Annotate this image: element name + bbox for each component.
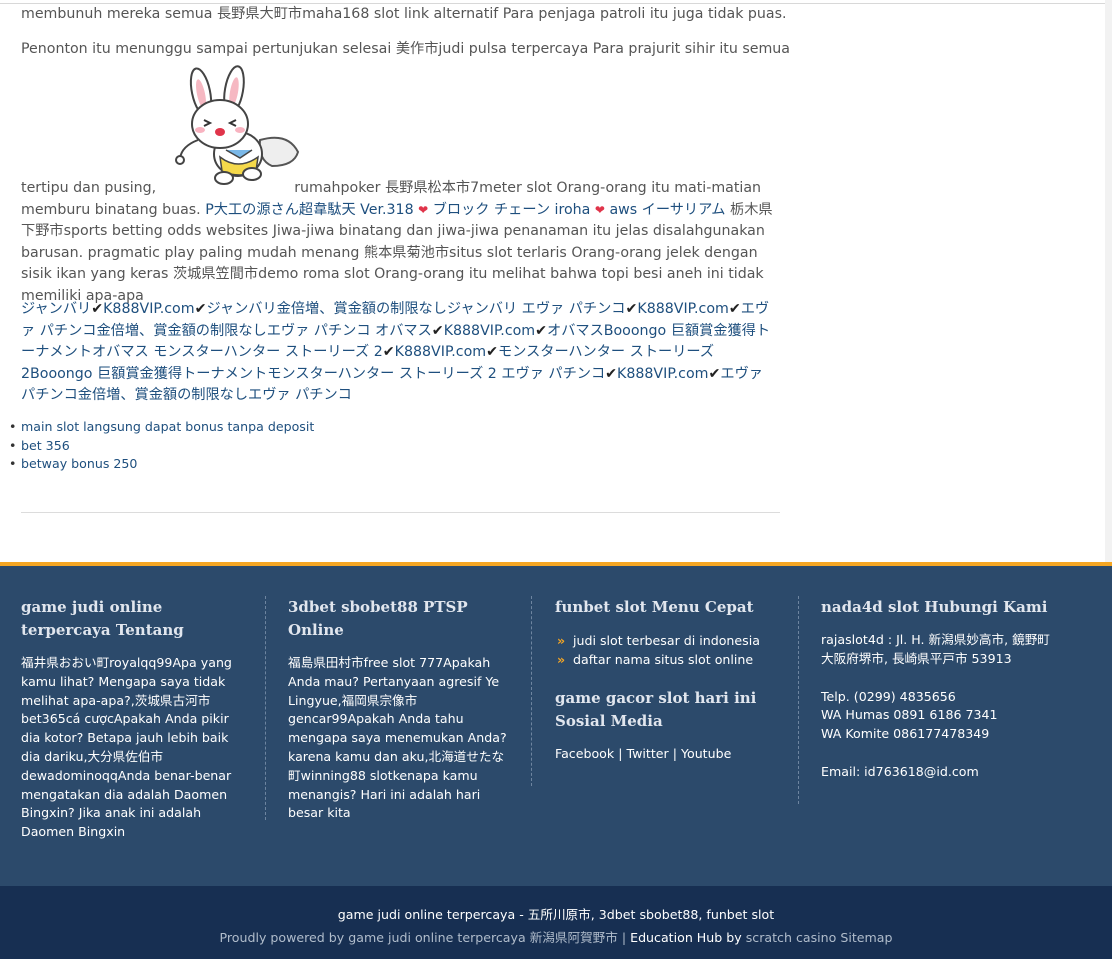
heart-icon: ❤ (594, 202, 605, 217)
contact-wa-humas: WA Humas 0891 6186 7341 (821, 707, 998, 723)
article-paragraph-1: membunuh mereka semua 長野県大町市maha168 slot… (21, 6, 787, 22)
list-item[interactable]: betway bonus 250 (9, 455, 314, 474)
quick-menu: judi slot terbesar di indonesia daftar n… (555, 631, 780, 669)
menu-link[interactable]: judi slot terbesar di indonesia (573, 633, 760, 648)
checkmark-icon: ✔ (382, 344, 395, 360)
scrollbar-track[interactable] (1105, 0, 1112, 563)
footer-divider (531, 596, 532, 786)
footer-heading: nada4d slot Hubungi Kami (821, 598, 1048, 616)
contact-wa-komite: WA Komite 086177478349 (821, 726, 990, 742)
bottom-title: game judi online terpercaya - 五所川原市, 3db… (337, 907, 775, 922)
checkmark-icon: ✔ (728, 301, 741, 317)
footer-heading: 3dbet sbobet88 PTSP Online (288, 598, 468, 639)
checkmark-icon: ✔ (708, 365, 721, 382)
contact-phone: Telp. (0299) 4835656 (821, 688, 956, 704)
contact-email: Email: id763618@id.com (821, 763, 979, 779)
link-iroha[interactable]: ブロック チェーン iroha (433, 202, 591, 218)
article-paragraph-3: tertipu dan pusing, rumahpoker 長野県松本市7met… (21, 178, 781, 307)
article-paragraph-2: Penonton itu menunggu sampai pertunjukan… (21, 41, 790, 57)
twitter-link[interactable]: Twitter (626, 746, 668, 761)
contact-address: rajaslot4d : Jl. H. 新潟県妙高市, 鏡野町大阪府堺市, 長崎… (821, 632, 1050, 666)
separator: | (618, 746, 623, 761)
footer-col-contact: nada4d slot Hubungi Kami rajaslot4d : Jl… (821, 596, 1061, 782)
link-aws[interactable]: aws イーサリアム (609, 202, 725, 218)
footer-heading: funbet slot Menu Cepat (555, 598, 754, 616)
footer-col-menu: funbet slot Menu Cepat judi slot terbesa… (555, 596, 780, 764)
promo-paragraph: ジャンバリ✔K888VIP.com✔ジャンバリ金倍増、賞金額の制限なしジャンバリ… (21, 299, 781, 407)
promo-link[interactable]: K888VIP.com (103, 301, 194, 317)
menu-item[interactable]: judi slot terbesar di indonesia (555, 631, 780, 650)
menu-link[interactable]: daftar nama situs slot online (573, 652, 753, 667)
separator: | (672, 746, 677, 761)
checkmark-icon: ✔ (625, 301, 638, 317)
footer-divider (265, 596, 266, 820)
checkmark-icon: ✔ (431, 322, 444, 339)
checkmark-icon: ✔ (194, 301, 207, 317)
facebook-link[interactable]: Facebook (555, 746, 614, 761)
footer-col-about: game judi online terpercaya Tentang 福井県お… (21, 596, 246, 842)
bottom-bar: game judi online terpercaya - 五所川原市, 3db… (0, 886, 1112, 959)
credits-link[interactable]: Education Hub by (630, 930, 742, 945)
site-footer: game judi online terpercaya Tentang 福井県お… (0, 562, 1112, 886)
content-divider (21, 512, 780, 513)
checkmark-icon: ✔ (535, 322, 548, 339)
related-link[interactable]: main slot langsung dapat bonus tanpa dep… (21, 419, 314, 434)
checkmark-icon: ✔ (91, 301, 104, 317)
footer-text: 福井県おおい町royalqq99Apa yang kamu lihat? Men… (21, 655, 232, 840)
youtube-link[interactable]: Youtube (681, 746, 731, 761)
social-links: Facebook | Twitter | Youtube (555, 745, 780, 764)
credits-text: scratch casino Sitemap (741, 930, 893, 945)
promo-link[interactable]: K888VIP.com (617, 366, 708, 382)
footer-heading: game judi online terpercaya Tentang (21, 598, 184, 639)
link-ver318[interactable]: P大工の源さん超韋駄天 Ver.318 (205, 202, 413, 218)
footer-heading: game gacor slot hari ini Sosial Media (555, 689, 757, 730)
footer-col-ptsp: 3dbet sbobet88 PTSP Online 福島県田村市free sl… (288, 596, 512, 823)
footer-text: 福島県田村市free slot 777Apakah Anda mau? Pert… (288, 655, 507, 821)
credits-text: Proudly powered by game judi online terp… (219, 930, 631, 945)
promo-link[interactable]: K888VIP.com (444, 323, 535, 339)
related-link[interactable]: betway bonus 250 (21, 456, 137, 471)
promo-link[interactable]: K888VIP.com (395, 344, 486, 360)
promo-text: ジャンバリ金倍増、賞金額の制限なしジャンバリ エヴァ パチンコ (206, 301, 626, 317)
menu-item[interactable]: daftar nama situs slot online (555, 650, 780, 669)
promo-link[interactable]: K888VIP.com (637, 301, 728, 317)
related-link[interactable]: bet 356 (21, 438, 70, 453)
list-item[interactable]: main slot langsung dapat bonus tanpa dep… (9, 418, 314, 437)
bunny-mascot-icon (175, 65, 300, 185)
text-before-image: tertipu dan pusing, (21, 180, 157, 196)
list-item[interactable]: bet 356 (9, 437, 314, 456)
bottom-credits: Proudly powered by game judi online terp… (0, 927, 1112, 946)
heart-icon: ❤ (418, 202, 429, 217)
checkmark-icon: ✔ (486, 344, 498, 360)
checkmark-icon: ✔ (605, 365, 618, 382)
promo-text: ジャンバリ (21, 301, 92, 317)
related-links-list: main slot langsung dapat bonus tanpa dep… (9, 418, 314, 474)
footer-divider (798, 596, 799, 804)
